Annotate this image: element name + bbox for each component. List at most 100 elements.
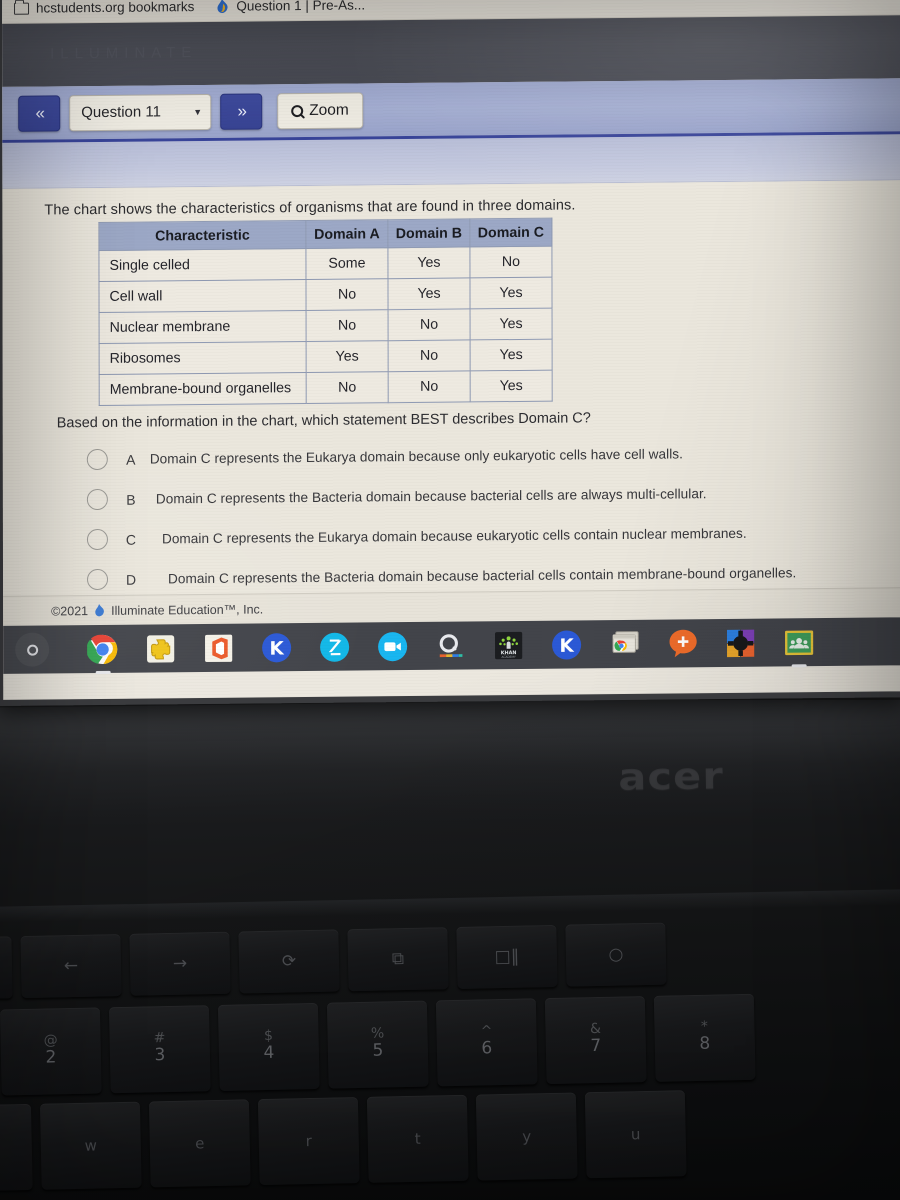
chart-prompt-text: The chart shows the characteristics of o… <box>44 197 576 219</box>
bookmark-label: Question 1 | Pre-As... <box>236 0 366 14</box>
kami-icon[interactable]: K <box>551 629 582 660</box>
table-row-header: Cell wall <box>98 279 307 313</box>
table-row-header: Membrane-bound organelles <box>99 372 307 406</box>
table-cell: Yes <box>470 339 553 371</box>
copyright-year: ©2021 <box>51 603 89 618</box>
option-letter: D <box>125 571 137 588</box>
chrome-icon[interactable] <box>87 633 118 664</box>
table-column-header: Domain C <box>469 218 552 247</box>
key-letter-t: t <box>366 1094 469 1183</box>
key-letter-e: e <box>148 1099 251 1188</box>
radio-button-b[interactable] <box>86 488 108 511</box>
key-fn-6: ○ <box>565 922 667 987</box>
folder-icon <box>14 2 30 15</box>
khan-academy-icon[interactable]: KHAN ACADEMY <box>493 629 524 660</box>
option-text: Domain C represents the Bacteria domain … <box>168 565 797 587</box>
table-cell: No <box>305 278 389 311</box>
option-text: Domain C represents the Eukarya domain b… <box>149 446 683 467</box>
key-letter-r: r <box>257 1097 360 1186</box>
table-row: Single celled Some Yes No <box>98 246 552 282</box>
photographed-chromebook-screen: acer esc←→⟳⧉□‖○ !1@2#3$4%5^6&7*8 qwertyu… <box>0 0 900 1200</box>
bookmark-item-question[interactable]: Question 1 | Pre-As... <box>214 0 377 14</box>
key-fn-5: □‖ <box>456 924 558 989</box>
table-row: Cell wall No Yes Yes <box>98 277 553 313</box>
key-letter-w: w <box>39 1101 142 1190</box>
app-header-bar: ILLUMINATE <box>2 15 900 87</box>
key-num-4: $4 <box>217 1002 320 1091</box>
table-cell: Yes <box>387 277 471 310</box>
radio-button-d[interactable] <box>87 568 109 591</box>
key-letter-q: q <box>0 1103 33 1192</box>
key-fn-1: ← <box>20 933 122 999</box>
key-fn-4: ⧉ <box>347 927 449 992</box>
shelf-icon-list: K KHAN ACADEMY K <box>87 627 814 665</box>
zoom-video-icon[interactable] <box>377 631 408 662</box>
svg-text:ACADEMY: ACADEMY <box>502 654 516 658</box>
table-cell: No <box>388 370 471 403</box>
puzzle-piece-icon[interactable] <box>145 633 176 664</box>
nearpod-icon[interactable] <box>319 631 350 662</box>
table-column-header: Domain B <box>387 218 470 248</box>
answer-option-b[interactable]: B Domain C represents the Bacteria domain… <box>45 481 887 511</box>
zoom-button-label: Zoom <box>309 101 349 119</box>
app-header-faint-text: ILLUMINATE <box>50 44 198 63</box>
screen-content: hcstudents.org bookmarks Question 1 | Pr… <box>1 0 900 700</box>
bookmark-label: hcstudents.org bookmarks <box>36 0 195 16</box>
radio-button-c[interactable] <box>86 528 108 551</box>
svg-text:K: K <box>269 638 284 659</box>
key-num-6: ^ 6 <box>435 998 538 1087</box>
kahoot-icon[interactable]: K <box>261 632 292 663</box>
answer-option-d[interactable]: D Domain C represents the Bacteria domain… <box>45 561 887 591</box>
plus-bubble-icon[interactable] <box>667 628 698 659</box>
key-num-8: * 8 <box>653 993 756 1082</box>
table-cell: No <box>306 371 389 404</box>
table-cell: Some <box>305 247 388 280</box>
answer-option-a[interactable]: A Domain C represents the Eukarya domain … <box>45 441 887 471</box>
chrome-windows-icon[interactable] <box>609 628 640 659</box>
question-navigation-toolbar: « Question 11 ▼ » Zoom <box>2 78 900 143</box>
question-text: Based on the information in the chart, w… <box>56 410 591 432</box>
characteristics-table: Characteristic Domain A Domain B Domain C S… <box>98 217 553 406</box>
radio-button-a[interactable] <box>86 448 108 471</box>
table-cell: No <box>306 309 389 342</box>
key-num-5: % 5 <box>326 1000 429 1089</box>
table-row-header: Single celled <box>98 248 306 282</box>
bookmark-item-hcstudents[interactable]: hcstudents.org bookmarks <box>12 0 206 16</box>
table-cell: No <box>388 339 471 372</box>
key-num-3: #3 <box>108 1005 211 1094</box>
answer-options-list: A Domain C represents the Eukarya domain … <box>45 441 887 591</box>
key-num-7: & 7 <box>544 996 647 1085</box>
laptop-screen-area: hcstudents.org bookmarks Question 1 | Pr… <box>0 0 900 707</box>
table-cell: Yes <box>306 340 389 373</box>
illuminate-flame-icon <box>95 604 104 617</box>
previous-question-button[interactable]: « <box>18 94 61 132</box>
answer-option-c[interactable]: C Domain C represents the Eukarya domain … <box>45 521 887 551</box>
next-question-button[interactable]: » <box>220 92 263 130</box>
table-row-header: Nuclear membrane <box>99 310 307 344</box>
key-fn-2: → <box>129 931 231 996</box>
quizizz-icon[interactable] <box>435 630 466 661</box>
table-row: Ribosomes Yes No Yes <box>99 339 553 375</box>
key-num-2: @2 <box>0 1007 102 1096</box>
option-letter: B <box>126 491 136 508</box>
key-fn-0: esc <box>0 936 13 1000</box>
colored-puzzle-icon[interactable] <box>725 627 756 658</box>
table-row: Membrane-bound organelles No No Yes <box>99 370 553 406</box>
launcher-circle-icon[interactable] <box>15 632 50 667</box>
acer-brand-logo: acer <box>618 754 725 799</box>
chevron-down-icon: ▼ <box>193 106 203 117</box>
svg-text:K: K <box>559 635 574 656</box>
table-header-row: Characteristic Domain A Domain B Domain C <box>98 218 552 251</box>
key-fn-3: ⟳ <box>238 929 340 994</box>
google-classroom-icon[interactable] <box>783 627 814 658</box>
option-text: Domain C represents the Eukarya domain b… <box>161 525 747 547</box>
table-cell: No <box>388 308 471 341</box>
office-icon[interactable] <box>203 632 234 663</box>
question-selector-dropdown[interactable]: Question 11 ▼ <box>69 93 212 131</box>
table-cell: No <box>469 246 552 278</box>
zoom-button[interactable]: Zoom <box>277 91 363 129</box>
table-column-header: Characteristic <box>98 220 306 251</box>
table-column-header: Domain A <box>305 219 388 249</box>
key-letter-u: u <box>584 1090 687 1179</box>
keyboard: esc←→⟳⧉□‖○ !1@2#3$4%5^6&7*8 qwertyu <box>0 894 900 1200</box>
